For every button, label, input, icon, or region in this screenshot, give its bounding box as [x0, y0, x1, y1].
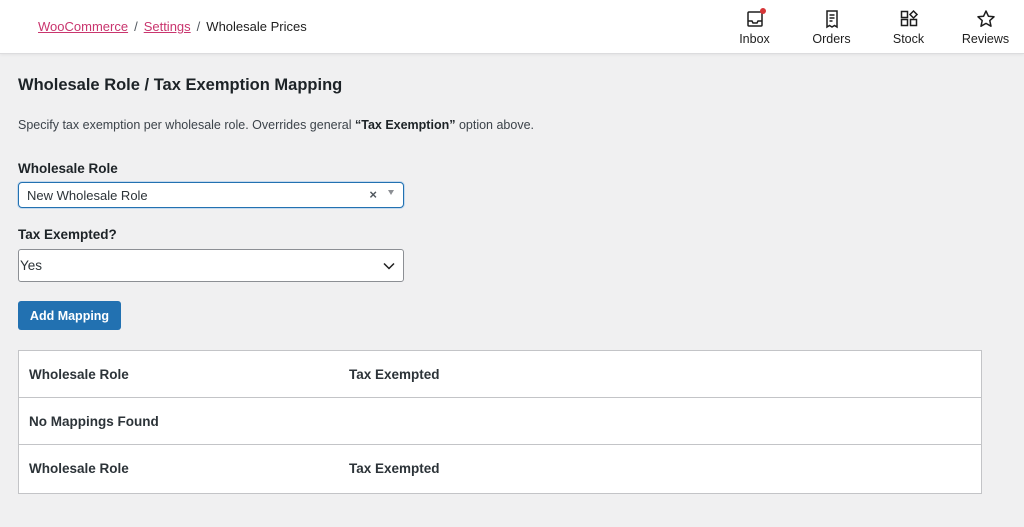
clear-selection-icon[interactable]: ×	[369, 187, 377, 202]
wholesale-role-select[interactable]: New Wholesale Role ×	[18, 182, 404, 208]
breadcrumb-current: Wholesale Prices	[206, 19, 307, 34]
stock-label: Stock	[892, 32, 925, 46]
inbox-button[interactable]: Inbox	[716, 0, 793, 54]
inbox-label: Inbox	[739, 32, 770, 46]
orders-button[interactable]: Orders	[793, 0, 870, 54]
column-header-wholesale-role: Wholesale Role	[29, 366, 129, 382]
orders-label: Orders	[812, 32, 851, 46]
tax-exempted-value: Yes	[20, 258, 43, 273]
stock-button[interactable]: Stock	[870, 0, 947, 54]
tax-exempted-label: Tax Exempted?	[18, 227, 117, 242]
stock-icon	[900, 9, 918, 27]
main-content: Wholesale Role / Tax Exemption Mapping S…	[18, 76, 982, 494]
reviews-button[interactable]: Reviews	[947, 0, 1024, 54]
breadcrumb-separator: /	[196, 19, 201, 34]
breadcrumb-woocommerce-link[interactable]: WooCommerce	[38, 19, 128, 34]
reviews-label: Reviews	[961, 32, 1010, 46]
section-title: Wholesale Role / Tax Exemption Mapping	[18, 76, 343, 94]
chevron-down-icon	[383, 262, 395, 270]
breadcrumb-settings-link[interactable]: Settings	[144, 19, 191, 34]
breadcrumb-separator: /	[134, 19, 138, 34]
description-text-end: option above.	[455, 118, 535, 132]
section-description: Specify tax exemption per wholesale role…	[18, 118, 982, 132]
wholesale-role-label: Wholesale Role	[18, 161, 118, 176]
header-actions: Inbox Orders Stock Reviews	[716, 0, 1024, 54]
breadcrumb: WooCommerce / Settings / Wholesale Price…	[38, 19, 307, 34]
table-footer-row: Wholesale Role Tax Exempted	[19, 445, 981, 492]
tax-exempted-select[interactable]: Yes	[18, 249, 404, 282]
column-footer-tax-exempted: Tax Exempted	[349, 461, 440, 476]
top-bar: WooCommerce / Settings / Wholesale Price…	[0, 0, 1024, 54]
empty-message: No Mappings Found	[29, 413, 159, 429]
column-footer-wholesale-role: Wholesale Role	[29, 461, 129, 476]
add-mapping-button[interactable]: Add Mapping	[18, 301, 121, 330]
table-empty-row: No Mappings Found	[19, 398, 981, 445]
column-header-tax-exempted: Tax Exempted	[349, 366, 440, 382]
dropdown-arrow-icon[interactable]	[388, 190, 394, 195]
wholesale-role-value: New Wholesale Role	[27, 187, 148, 203]
notification-dot	[760, 8, 766, 14]
description-text: Specify tax exemption per wholesale role…	[18, 118, 355, 132]
table-header-row: Wholesale Role Tax Exempted	[19, 351, 981, 398]
mapping-table: Wholesale Role Tax Exempted No Mappings …	[18, 350, 982, 494]
orders-icon	[825, 10, 838, 29]
description-emphasis: “Tax Exemption”	[354, 118, 456, 132]
star-icon	[976, 10, 995, 27]
